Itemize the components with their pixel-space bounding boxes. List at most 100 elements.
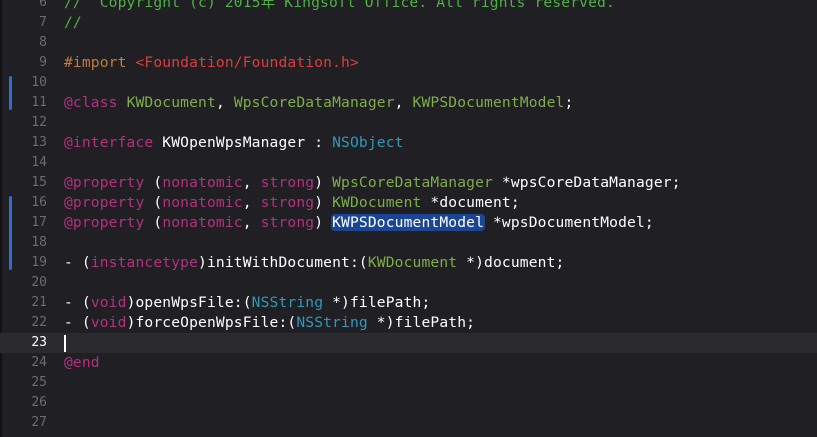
code-line[interactable]: 27 [0,413,817,433]
code-token-plain: - ( [64,254,91,271]
code-token-keyword: @property [64,194,145,211]
code-line[interactable]: 24 @end [0,353,817,373]
line-number: 22 [31,315,47,330]
line-number: 21 [31,295,47,310]
code-token-plain: )openWpsFile:( [126,294,252,311]
code-token-keyword: strong [260,174,315,191]
code-token-plain: *)filePath; [323,294,431,311]
line-number: 26 [31,395,47,410]
code-token-keyword: @property [64,174,145,191]
code-token-comment: // Copyright (c) 2015年 Kingsoft Office. … [64,0,615,11]
code-token-plain: ) [314,174,333,191]
code-line[interactable]: 6 // Copyright (c) 2015年 Kingsoft Office.… [0,0,817,13]
line-number: 25 [31,375,47,390]
line-code[interactable]: // [64,13,82,33]
line-number: 11 [31,95,47,110]
code-token-systype: NSString [251,294,324,311]
code-token-plain: , [242,214,261,231]
code-token-systype: NSString [296,314,368,331]
code-token-plain: *)document; [457,254,565,271]
line-number: 8 [39,35,47,50]
code-token-plain: *wpsCoreDataManager; [492,174,681,191]
code-line[interactable]: 11 @class KWDocument, WpsCoreDataManager,… [0,93,817,113]
code-line[interactable]: 16 @property (nonatomic, strong) KWDocume… [0,193,817,213]
code-token-plain: *document; [421,194,520,211]
line-code[interactable]: - (void)openWpsFile:(NSString *)filePath… [64,293,430,313]
code-token-plain: , [242,194,261,211]
code-token-plain: ( [144,174,163,191]
line-code[interactable]: #import <Foundation/Foundation.h> [64,53,359,73]
code-token-plain: , [242,174,261,191]
code-line[interactable]: 25 [0,373,817,393]
code-token-comment: // [64,14,82,31]
line-number: 12 [31,115,47,130]
code-token-keyword: void [90,294,127,311]
code-token-keyword: strong [260,194,315,211]
line-number: 18 [31,235,47,250]
line-code[interactable]: @property (nonatomic, strong) WpsCoreDat… [64,173,681,193]
line-code[interactable]: @end [64,353,100,373]
code-token-plain: ) [314,214,333,231]
code-line[interactable]: 10 [0,73,817,93]
code-token-plain: ) [314,194,333,211]
line-number: 14 [31,155,47,170]
line-number: 20 [31,275,47,290]
code-token-type: KWDocument [332,194,422,211]
code-token-keyword: nonatomic [162,214,243,231]
line-code[interactable]: @interface KWOpenWpsManager : NSObject [64,133,404,153]
code-token-type: KWPSDocumentModel [412,94,565,111]
line-number: 9 [39,55,47,70]
code-line[interactable]: 8 [0,33,817,53]
code-token-plain: ( [144,214,163,231]
code-line[interactable]: 21 - (void)openWpsFile:(NSString *)filePa… [0,293,817,313]
line-number: 27 [31,415,47,430]
line-code[interactable]: // Copyright (c) 2015年 Kingsoft Office. … [64,0,615,13]
line-number: 17 [31,215,47,230]
code-line[interactable]: 18 [0,233,817,253]
code-token-plain: KWOpenWpsManager : [153,134,333,151]
code-token-keyword: nonatomic [162,174,243,191]
code-token-plain: ( [144,194,163,211]
code-line[interactable]: 23 [0,333,817,353]
line-code[interactable] [64,333,66,353]
line-code[interactable]: - (void)forceOpenWpsFile:(NSString *)fil… [64,313,475,333]
line-number: 15 [31,175,47,190]
line-number: 19 [31,255,47,270]
line-code[interactable]: - (instancetype)initWithDocument:(KWDocu… [64,253,564,273]
code-token-plain: )initWithDocument:( [198,254,368,271]
code-token-plain: - ( [64,294,91,311]
change-indicator-bar[interactable] [9,76,12,110]
code-token-plain: - ( [64,314,91,331]
code-token-keyword: @property [64,214,145,231]
code-token-keyword: void [90,314,127,331]
code-token-pre: #import [64,54,136,71]
change-indicator-bar[interactable] [9,196,12,270]
code-line[interactable]: 20 [0,273,817,293]
code-token-systype: NSObject [332,134,404,151]
line-code[interactable]: @property (nonatomic, strong) KWDocument… [64,193,520,213]
line-code[interactable]: @property (nonatomic, strong) KWPSDocume… [64,213,654,233]
code-token-keyword: instancetype [90,254,199,271]
code-line[interactable]: 9 #import <Foundation/Foundation.h> [0,53,817,73]
code-line[interactable]: 26 [0,393,817,413]
code-line[interactable]: 7 // [0,13,817,33]
code-token-type: WpsCoreDataManager [332,174,493,191]
code-token-keyword: nonatomic [162,194,243,211]
selected-token: KWPSDocumentModel [331,214,486,231]
code-line[interactable]: 17 @property (nonatomic, strong) KWPSDocu… [0,213,817,233]
code-token-plain: *)filePath; [367,314,476,331]
text-cursor [64,334,66,352]
code-token-plain: )forceOpenWpsFile:( [126,314,297,331]
code-token-plain: *wpsDocumentModel; [484,214,654,231]
code-line[interactable]: 14 [0,153,817,173]
code-line[interactable]: 13 @interface KWOpenWpsManager : NSObject [0,133,817,153]
code-line[interactable]: 22 - (void)forceOpenWpsFile:(NSString *)f… [0,313,817,333]
line-number: 23 [31,335,47,350]
code-line[interactable]: 15 @property (nonatomic, strong) WpsCoreD… [0,173,817,193]
line-code[interactable]: @class KWDocument, WpsCoreDataManager, K… [64,93,573,113]
code-token-string: <Foundation/Foundation.h> [135,54,359,71]
code-line[interactable]: 19 - (instancetype)initWithDocument:(KWDo… [0,253,817,273]
code-line[interactable]: 12 [0,113,817,133]
line-number: 13 [31,135,47,150]
